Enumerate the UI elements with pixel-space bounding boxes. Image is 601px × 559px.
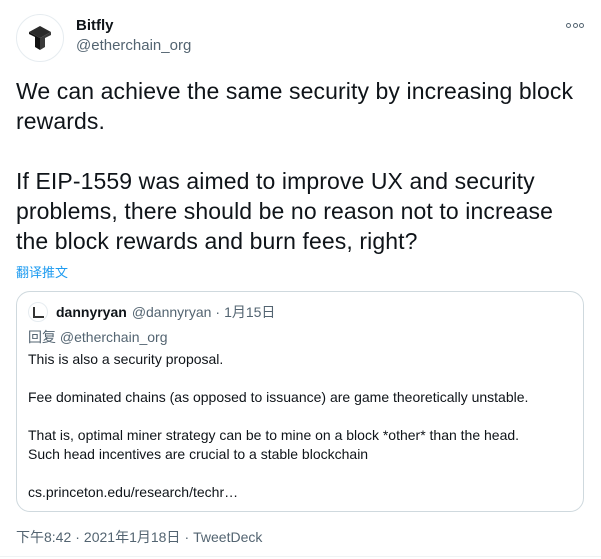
author-avatar[interactable] bbox=[16, 14, 64, 62]
separator-dot: · bbox=[184, 529, 190, 545]
replying-to-handle: @etherchain_org bbox=[59, 329, 168, 345]
tweet-date[interactable]: 2021年1月18日 bbox=[84, 529, 181, 545]
quoted-line: That is, optimal miner strategy can be t… bbox=[28, 427, 520, 443]
separator-dot: · bbox=[75, 529, 80, 545]
quoted-tweet-date: 1月15日 bbox=[224, 304, 276, 320]
tweet-source[interactable]: TweetDeck bbox=[193, 529, 262, 545]
replying-to-label: 回复 bbox=[28, 329, 56, 345]
quoted-tweet-text: This is also a security proposal. Fee do… bbox=[28, 350, 576, 502]
quoted-line: This is also a security proposal. bbox=[28, 351, 224, 367]
more-options-icon[interactable] bbox=[565, 18, 585, 32]
tweet-paragraph: We can achieve the same security by incr… bbox=[16, 78, 574, 134]
bitfly-logo-icon bbox=[29, 26, 51, 50]
quoted-author-handle: @dannyryan bbox=[131, 304, 212, 320]
tweet-paragraph: If EIP-1559 was aimed to improve UX and … bbox=[16, 168, 553, 254]
tweet-time[interactable]: 下午8:42 bbox=[16, 529, 71, 545]
quoted-line: Fee dominated chains (as opposed to issu… bbox=[28, 389, 529, 405]
translate-tweet-link[interactable]: 翻译推文 bbox=[16, 262, 68, 281]
tweet-metadata: 下午8:42 · 2021年1月18日 · TweetDeck bbox=[16, 527, 262, 547]
tweet: Bitfly @etherchain_org We can achieve th… bbox=[0, 0, 601, 559]
quoted-tweet[interactable]: dannyryan @dannyryan · 1月15日 回复 @etherch… bbox=[16, 291, 584, 512]
quoted-tweet-header: dannyryan @dannyryan · 1月15日 bbox=[28, 302, 275, 322]
author-name[interactable]: Bitfly bbox=[76, 17, 114, 34]
quoted-line: Such head incentives are crucial to a st… bbox=[28, 446, 369, 462]
tweet-text: We can achieve the same security by incr… bbox=[16, 76, 586, 256]
divider bbox=[0, 556, 601, 557]
quoted-author-avatar bbox=[28, 302, 48, 322]
author-handle[interactable]: @etherchain_org bbox=[76, 37, 191, 54]
replying-to: 回复 @etherchain_org bbox=[28, 327, 168, 347]
separator-dot: · bbox=[215, 304, 221, 320]
quoted-link: cs.princeton.edu/research/techr… bbox=[28, 484, 239, 500]
quoted-author-name: dannyryan bbox=[56, 304, 127, 320]
